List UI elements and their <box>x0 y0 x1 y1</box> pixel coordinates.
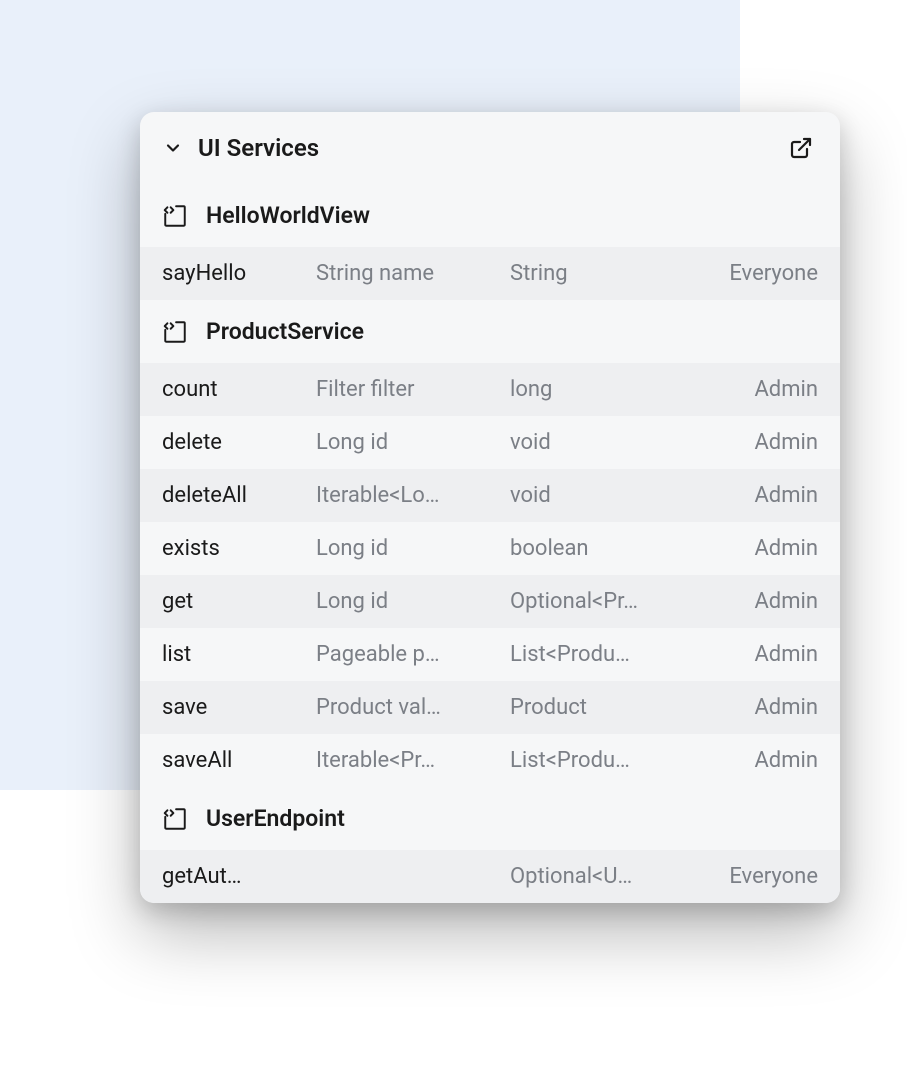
service-file-icon <box>162 319 188 345</box>
method-row[interactable]: deleteAllIterable<Lo…voidAdmin <box>140 469 840 522</box>
panel-title: UI Services <box>198 134 319 162</box>
method-row[interactable]: saveProduct val…ProductAdmin <box>140 681 840 734</box>
method-param: Long id <box>316 430 506 455</box>
method-return: long <box>510 377 700 402</box>
method-row[interactable]: getLong idOptional<Pr…Admin <box>140 575 840 628</box>
service-name: ProductService <box>206 318 364 345</box>
method-name: sayHello <box>162 261 312 286</box>
method-param: Filter filter <box>316 377 506 402</box>
method-return: void <box>510 483 700 508</box>
service-header[interactable]: ProductService <box>140 300 840 363</box>
method-access: Admin <box>704 695 818 720</box>
method-name: list <box>162 642 312 667</box>
method-name: getAut… <box>162 864 312 889</box>
method-access: Admin <box>704 748 818 773</box>
method-row[interactable]: listPageable p…List<Produ…Admin <box>140 628 840 681</box>
panel-header: UI Services <box>140 112 840 184</box>
method-name: delete <box>162 430 312 455</box>
service-name: HelloWorldView <box>206 202 370 229</box>
ui-services-panel: UI Services HelloWorldViewsayHelloString… <box>140 112 840 903</box>
method-return: List<Produ… <box>510 748 700 773</box>
method-row[interactable]: countFilter filterlongAdmin <box>140 363 840 416</box>
method-rows: getAut… Optional<U…Everyone <box>140 850 840 903</box>
method-row[interactable]: getAut… Optional<U…Everyone <box>140 850 840 903</box>
method-param: Iterable<Lo… <box>316 483 506 508</box>
method-param: String name <box>316 261 506 286</box>
method-return: List<Produ… <box>510 642 700 667</box>
method-access: Admin <box>704 642 818 667</box>
method-param: Long id <box>316 589 506 614</box>
method-row[interactable]: saveAllIterable<Pr…List<Produ…Admin <box>140 734 840 787</box>
external-link-icon[interactable] <box>788 135 814 161</box>
method-row[interactable]: deleteLong idvoidAdmin <box>140 416 840 469</box>
method-access: Everyone <box>704 864 818 889</box>
method-row[interactable]: sayHelloString nameStringEveryone <box>140 247 840 300</box>
method-access: Everyone <box>704 261 818 286</box>
method-name: get <box>162 589 312 614</box>
method-name: save <box>162 695 312 720</box>
method-return: void <box>510 430 700 455</box>
panel-header-left[interactable]: UI Services <box>162 134 319 162</box>
method-access: Admin <box>704 377 818 402</box>
method-return: Product <box>510 695 700 720</box>
method-param: Product val… <box>316 695 506 720</box>
service-name: UserEndpoint <box>206 805 345 832</box>
method-name: saveAll <box>162 748 312 773</box>
method-row[interactable]: existsLong idbooleanAdmin <box>140 522 840 575</box>
method-access: Admin <box>704 536 818 561</box>
method-access: Admin <box>704 430 818 455</box>
service-file-icon <box>162 203 188 229</box>
method-param: Long id <box>316 536 506 561</box>
method-return: boolean <box>510 536 700 561</box>
method-access: Admin <box>704 483 818 508</box>
method-rows: sayHelloString nameStringEveryone <box>140 247 840 300</box>
method-param: Pageable p… <box>316 642 506 667</box>
method-name: deleteAll <box>162 483 312 508</box>
method-param: Iterable<Pr… <box>316 748 506 773</box>
method-return: Optional<U… <box>510 864 700 889</box>
method-access: Admin <box>704 589 818 614</box>
method-name: count <box>162 377 312 402</box>
service-header[interactable]: HelloWorldView <box>140 184 840 247</box>
method-name: exists <box>162 536 312 561</box>
method-return: String <box>510 261 700 286</box>
method-rows: countFilter filterlongAdmindeleteLong id… <box>140 363 840 787</box>
service-file-icon <box>162 806 188 832</box>
method-return: Optional<Pr… <box>510 589 700 614</box>
chevron-down-icon <box>162 137 184 159</box>
service-header[interactable]: UserEndpoint <box>140 787 840 850</box>
